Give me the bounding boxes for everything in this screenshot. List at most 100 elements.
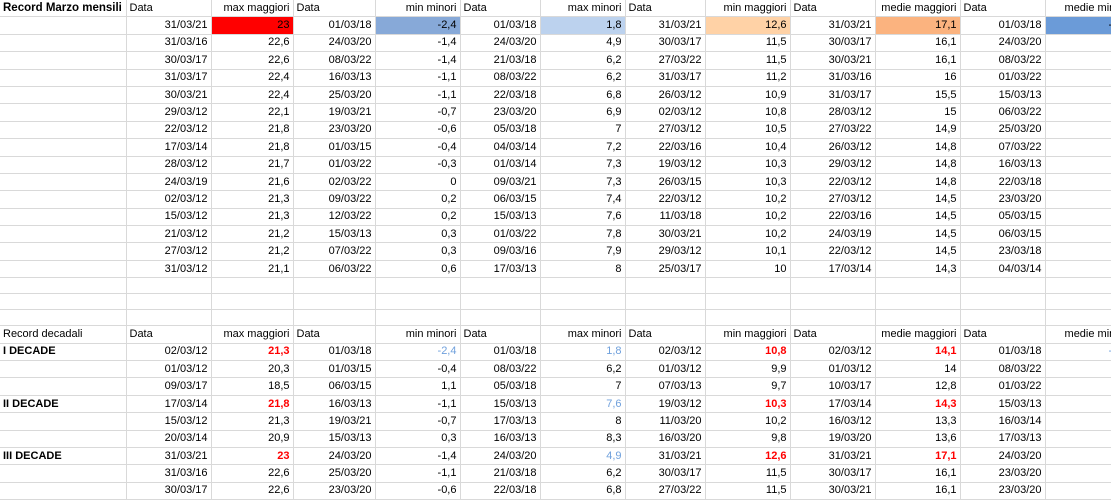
date-cell[interactable]: 27/03/12 [790,190,876,209]
date-cell[interactable]: 15/03/13 [293,225,376,244]
value-cell[interactable]: 10,3 [705,395,791,414]
date-cell[interactable]: 17/03/13 [460,260,541,279]
empty-cell[interactable] [1045,277,1111,295]
value-cell[interactable]: 4,9 [540,447,626,466]
empty-cell[interactable] [211,293,294,311]
empty-cell[interactable] [0,293,127,311]
value-cell[interactable]: 0 [375,173,461,192]
date-cell[interactable]: 25/03/20 [960,121,1046,140]
value-cell[interactable]: 6,2 [540,51,626,70]
value-cell[interactable]: 3,2 [1045,86,1111,105]
value-cell[interactable]: 6,8 [540,86,626,105]
value-cell[interactable]: 0,2 [375,190,461,209]
date-cell[interactable]: 15/03/13 [960,395,1046,414]
value-cell[interactable]: 14,8 [875,173,961,192]
value-cell[interactable]: 7,3 [540,173,626,192]
date-cell[interactable]: 23/03/20 [960,190,1046,209]
value-cell[interactable]: 0,3 [375,242,461,261]
date-cell[interactable]: 24/03/20 [460,447,541,466]
date-cell[interactable]: 02/03/12 [625,343,706,362]
value-cell[interactable]: 12,8 [875,377,961,396]
date-cell[interactable]: 02/03/22 [293,173,376,192]
date-cell[interactable]: 30/03/21 [790,51,876,70]
date-cell[interactable]: 28/03/12 [790,103,876,122]
date-cell[interactable]: 01/03/12 [790,360,876,379]
column-header[interactable]: min maggiori [705,325,791,344]
date-cell[interactable]: 15/03/13 [460,395,541,414]
date-cell[interactable]: 30/03/21 [625,225,706,244]
date-cell[interactable]: 17/03/13 [460,412,541,431]
date-cell[interactable]: 10/03/17 [790,377,876,396]
value-cell[interactable]: 1,5 [1045,447,1111,466]
value-cell[interactable]: -0,4 [375,360,461,379]
date-cell[interactable]: 27/03/12 [126,242,212,261]
value-cell[interactable]: 6,8 [540,482,626,500]
empty-cell[interactable] [790,277,876,295]
value-cell[interactable]: 4,9 [540,34,626,53]
empty-cell[interactable] [1045,309,1111,327]
row-label-cell[interactable] [0,225,127,244]
value-cell[interactable]: 16,1 [875,51,961,70]
value-cell[interactable]: 10,2 [705,208,791,227]
value-cell[interactable]: -1,4 [375,51,461,70]
empty-cell[interactable] [790,293,876,311]
value-cell[interactable]: 21,6 [211,173,294,192]
date-cell[interactable]: 19/03/20 [790,430,876,448]
date-cell[interactable]: 31/03/21 [126,447,212,466]
date-cell[interactable]: 31/03/16 [790,69,876,87]
value-cell[interactable]: 14 [875,360,961,379]
date-cell[interactable]: 11/03/18 [625,208,706,227]
date-cell[interactable]: 15/03/13 [460,208,541,227]
date-cell[interactable]: 01/03/18 [460,343,541,362]
empty-cell[interactable] [625,309,706,327]
date-cell[interactable]: 31/03/21 [625,447,706,466]
date-cell[interactable]: 16/03/20 [625,430,706,448]
value-cell[interactable]: -0,7 [375,103,461,122]
value-cell[interactable]: -1,1 [375,395,461,414]
row-label-cell[interactable] [0,260,127,279]
row-label-cell[interactable] [0,51,127,70]
date-cell[interactable]: 17/03/14 [790,260,876,279]
column-header[interactable]: Data [460,0,541,18]
empty-cell[interactable] [540,293,626,311]
value-cell[interactable]: 12,6 [705,447,791,466]
value-cell[interactable]: 22,6 [211,34,294,53]
empty-cell[interactable] [293,309,376,327]
date-cell[interactable]: 25/03/20 [293,86,376,105]
row-label-cell[interactable] [0,34,127,53]
value-cell[interactable]: 3,7 [1045,464,1111,483]
date-cell[interactable]: 01/03/18 [293,343,376,362]
decadal-title[interactable]: Record decadali [0,325,127,344]
value-cell[interactable]: 11,5 [705,51,791,70]
date-cell[interactable]: 22/03/12 [625,190,706,209]
value-cell[interactable]: 10,4 [705,138,791,157]
value-cell[interactable]: 10,3 [705,156,791,174]
empty-cell[interactable] [460,277,541,295]
column-header[interactable]: medie maggiori [875,0,961,18]
date-cell[interactable]: 21/03/12 [126,225,212,244]
date-cell[interactable]: 17/03/14 [790,395,876,414]
date-cell[interactable]: 24/03/19 [790,225,876,244]
value-cell[interactable]: -0,6 [375,121,461,140]
date-cell[interactable]: 26/03/15 [625,173,706,192]
date-cell[interactable]: 29/03/12 [126,103,212,122]
date-cell[interactable]: 24/03/20 [293,34,376,53]
date-cell[interactable]: 05/03/18 [460,121,541,140]
decade-label[interactable]: I DECADE [0,343,127,362]
row-label-cell[interactable] [0,190,127,209]
column-header[interactable]: Data [460,325,541,344]
row-label-cell[interactable] [0,86,127,105]
date-cell[interactable]: 22/03/12 [126,121,212,140]
value-cell[interactable]: 20,3 [211,360,294,379]
value-cell[interactable]: 10,8 [705,103,791,122]
value-cell[interactable]: 11,2 [705,69,791,87]
value-cell[interactable]: 10,8 [705,343,791,362]
value-cell[interactable]: 7,4 [540,190,626,209]
date-cell[interactable]: 15/03/13 [960,86,1046,105]
date-cell[interactable]: 06/03/22 [293,260,376,279]
empty-cell[interactable] [875,277,961,295]
value-cell[interactable]: -0,4 [375,138,461,157]
value-cell[interactable]: 21,3 [211,190,294,209]
date-cell[interactable]: 11/03/20 [625,412,706,431]
decade-label[interactable] [0,377,127,396]
